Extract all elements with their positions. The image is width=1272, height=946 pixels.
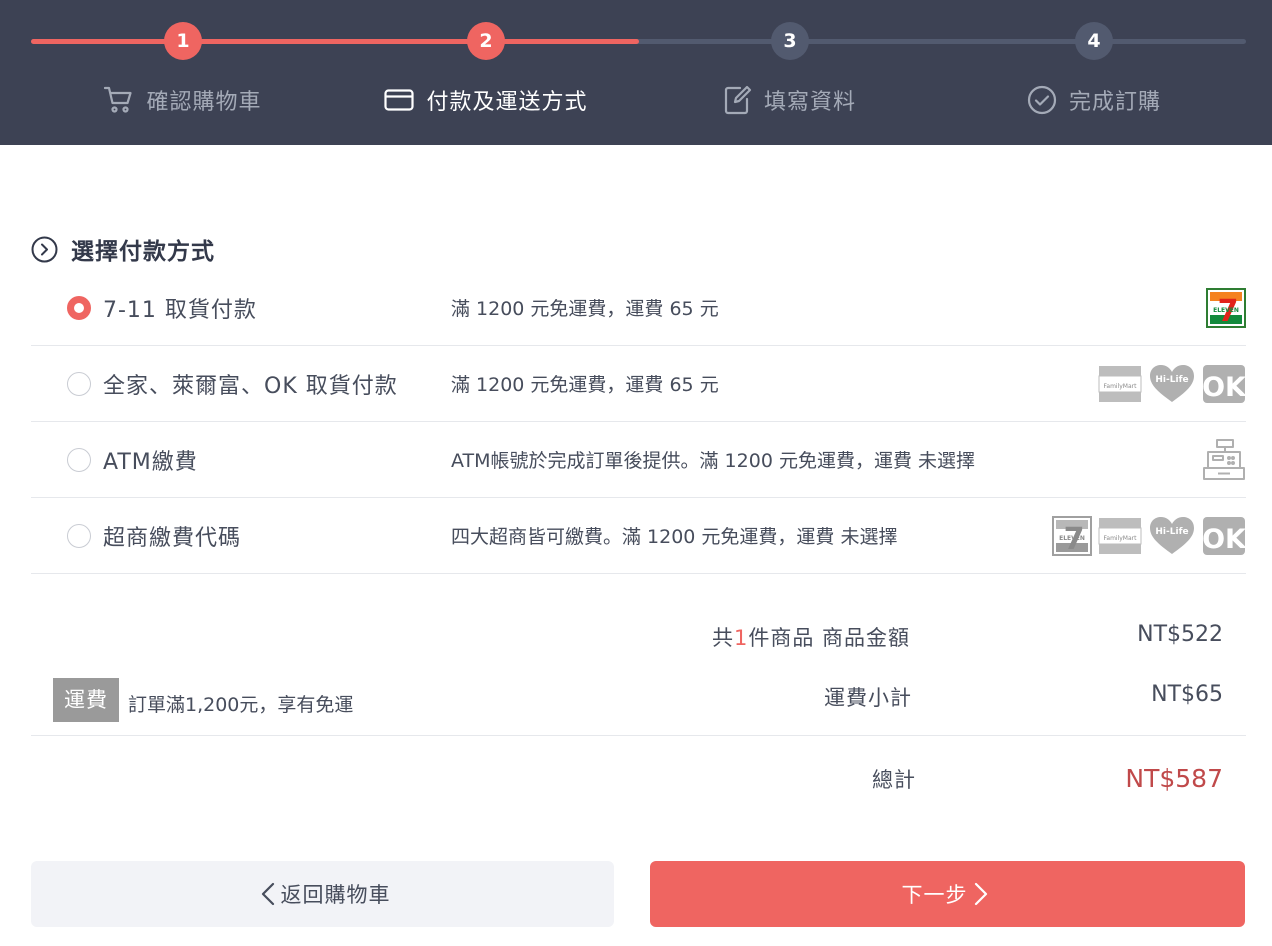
option-description: ATM帳號於完成訂單後提供。滿 1200 元免運費，運費 未選擇 (451, 450, 975, 472)
svg-text:FamilyMart: FamilyMart (1104, 383, 1138, 390)
chevron-circle-icon (31, 236, 58, 262)
svg-text:ELEVEN: ELEVEN (1213, 307, 1239, 314)
hilife-logo: Hi-Life (1150, 516, 1194, 554)
step-label-text: 確認購物車 (146, 90, 262, 115)
checkout-stepper: 1 確認購物車 2 付款及運送方式 3 填寫資料 4 完成訂購 (0, 0, 1272, 145)
svg-text:FamilyMart: FamilyMart (1104, 535, 1138, 542)
radio-button[interactable] (67, 447, 91, 472)
svg-text:OK: OK (1202, 524, 1246, 555)
payment-option-store-code[interactable]: 超商繳費代碼 四大超商皆可繳費。滿 1200 元免運費，運費 未選擇 7 ELE… (31, 498, 1246, 574)
total-label: 總計 (872, 768, 916, 792)
familymart-logo: FamilyMart (1098, 365, 1142, 402)
item-count-label: 共1件商品 商品金額 (712, 626, 911, 650)
total-amount: NT$587 (1125, 764, 1223, 793)
seven-eleven-logo: 7 ELEVEN (1206, 287, 1246, 328)
option-name: 全家、萊爾富、OK 取貨付款 (103, 373, 398, 399)
shipping-badge: 運費 (53, 678, 119, 722)
cart-icon (104, 86, 133, 113)
step-complete[interactable]: 4 完成訂購 (944, 0, 1244, 145)
option-description: 四大超商皆可繳費。滿 1200 元免運費，運費 未選擇 (451, 526, 898, 548)
radio-button[interactable] (67, 523, 91, 548)
next-step-button[interactable]: 下一步 (650, 861, 1245, 927)
shipping-subtotal-label: 運費小計 (824, 686, 912, 710)
payment-option-atm[interactable]: ATM繳費 ATM帳號於完成訂單後提供。滿 1200 元免運費，運費 未選擇 (31, 422, 1246, 498)
shipping-amount: NT$65 (1151, 682, 1223, 707)
edit-icon (724, 85, 752, 115)
option-description: 滿 1200 元免運費，運費 65 元 (451, 298, 719, 320)
option-name: 7-11 取貨付款 (103, 297, 257, 323)
option-name: ATM繳費 (103, 449, 198, 475)
subtotal-amount: NT$522 (1137, 622, 1223, 647)
step-number: 1 (164, 22, 202, 60)
svg-text:Hi-Life: Hi-Life (1155, 527, 1188, 537)
payment-option-711[interactable]: 7-11 取貨付款 滿 1200 元免運費，運費 65 元 7 ELEVEN (31, 270, 1246, 346)
section-title: 選擇付款方式 (31, 232, 215, 266)
item-count: 1 (734, 626, 749, 650)
check-circle-icon (1027, 85, 1057, 115)
svg-text:OK: OK (1202, 372, 1246, 403)
step-confirm-cart[interactable]: 1 確認購物車 (33, 0, 333, 145)
card-icon (384, 89, 415, 111)
step-payment-shipping[interactable]: 2 付款及運送方式 (336, 0, 636, 145)
ok-mart-logo: OK (1202, 516, 1246, 555)
back-button-label: 返回購物車 (280, 883, 391, 907)
chevron-left-icon (261, 882, 274, 906)
radio-button[interactable] (67, 371, 91, 396)
step-number: 4 (1075, 22, 1113, 60)
cash-register-icon (1203, 438, 1245, 480)
seven-eleven-logo: 7 ELEVEN (1052, 515, 1092, 556)
step-fill-info[interactable]: 3 填寫資料 (640, 0, 940, 145)
payment-option-family-hilife-ok[interactable]: 全家、萊爾富、OK 取貨付款 滿 1200 元免運費，運費 65 元 Famil… (31, 346, 1246, 422)
step-number: 3 (771, 22, 809, 60)
back-to-cart-button[interactable]: 返回購物車 (31, 861, 614, 927)
step-label-text: 付款及運送方式 (426, 90, 588, 115)
familymart-logo: FamilyMart (1098, 517, 1142, 554)
shipping-note: 訂單滿1,200元，享有免運 (128, 694, 354, 716)
svg-text:ELEVEN: ELEVEN (1059, 535, 1085, 542)
payment-options-list: 7-11 取貨付款 滿 1200 元免運費，運費 65 元 7 ELEVEN 全… (31, 270, 1246, 574)
option-name: 超商繳費代碼 (103, 525, 242, 551)
summary-divider (31, 735, 1246, 736)
step-label-text: 完成訂購 (1068, 90, 1161, 115)
next-button-label: 下一步 (901, 883, 968, 907)
hilife-logo: Hi-Life (1150, 364, 1194, 402)
radio-button[interactable] (67, 295, 91, 320)
step-label-text: 填寫資料 (763, 90, 856, 115)
chevron-right-icon (974, 882, 987, 906)
svg-text:Hi-Life: Hi-Life (1155, 375, 1188, 385)
ok-mart-logo: OK (1202, 364, 1246, 403)
section-title-text: 選擇付款方式 (71, 239, 215, 265)
step-number: 2 (467, 22, 505, 60)
option-description: 滿 1200 元免運費，運費 65 元 (451, 374, 719, 396)
